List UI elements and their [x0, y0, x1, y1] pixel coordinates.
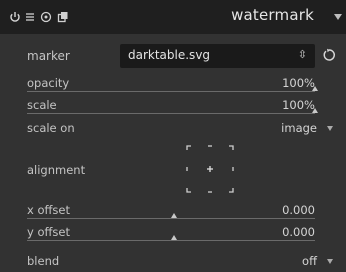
- opacity-slider-handle[interactable]: [312, 86, 318, 91]
- marker-select-value: darktable.svg: [128, 48, 211, 62]
- module-title: watermark: [231, 6, 314, 24]
- power-icon[interactable]: [9, 11, 21, 23]
- updown-arrows-icon: ⇳: [297, 48, 307, 61]
- y-offset-value: 0.000: [282, 225, 315, 239]
- x-offset-label: x offset: [27, 203, 70, 217]
- dropdown-arrow-icon: [327, 126, 333, 131]
- x-offset-slider-handle[interactable]: [171, 213, 177, 218]
- module-header: watermark: [0, 0, 346, 34]
- y-offset-label: y offset: [27, 225, 70, 239]
- alignment-grid-icon: [186, 145, 234, 193]
- y-offset-slider-handle[interactable]: [171, 235, 177, 240]
- collapse-arrow-icon[interactable]: [334, 14, 342, 20]
- copy-icon[interactable]: [57, 11, 69, 23]
- scale-value: 100%: [282, 98, 315, 112]
- scale-label: scale: [27, 98, 57, 112]
- scale-on-value: image: [281, 121, 317, 135]
- opacity-slider-track: [27, 91, 315, 92]
- marker-label: marker: [27, 49, 70, 63]
- alignment-label: alignment: [27, 163, 86, 177]
- scale-on-label: scale on: [27, 121, 75, 135]
- alignment-grid[interactable]: [186, 145, 234, 193]
- opacity-label: opacity: [27, 76, 70, 90]
- marker-select[interactable]: darktable.svg ⇳: [120, 44, 315, 68]
- dropdown-arrow-icon: [327, 259, 333, 264]
- scale-slider-handle[interactable]: [312, 108, 318, 113]
- blend-value: off: [302, 254, 317, 268]
- x-offset-value: 0.000: [282, 203, 315, 217]
- y-offset-slider-track: [27, 240, 315, 241]
- presets-icon[interactable]: [25, 11, 35, 23]
- blend-label: blend: [27, 254, 60, 268]
- x-offset-slider-track: [27, 218, 315, 219]
- scale-slider-track: [27, 113, 315, 114]
- refresh-icon[interactable]: [322, 47, 336, 66]
- reset-icon[interactable]: [40, 11, 52, 23]
- opacity-value: 100%: [282, 76, 315, 90]
